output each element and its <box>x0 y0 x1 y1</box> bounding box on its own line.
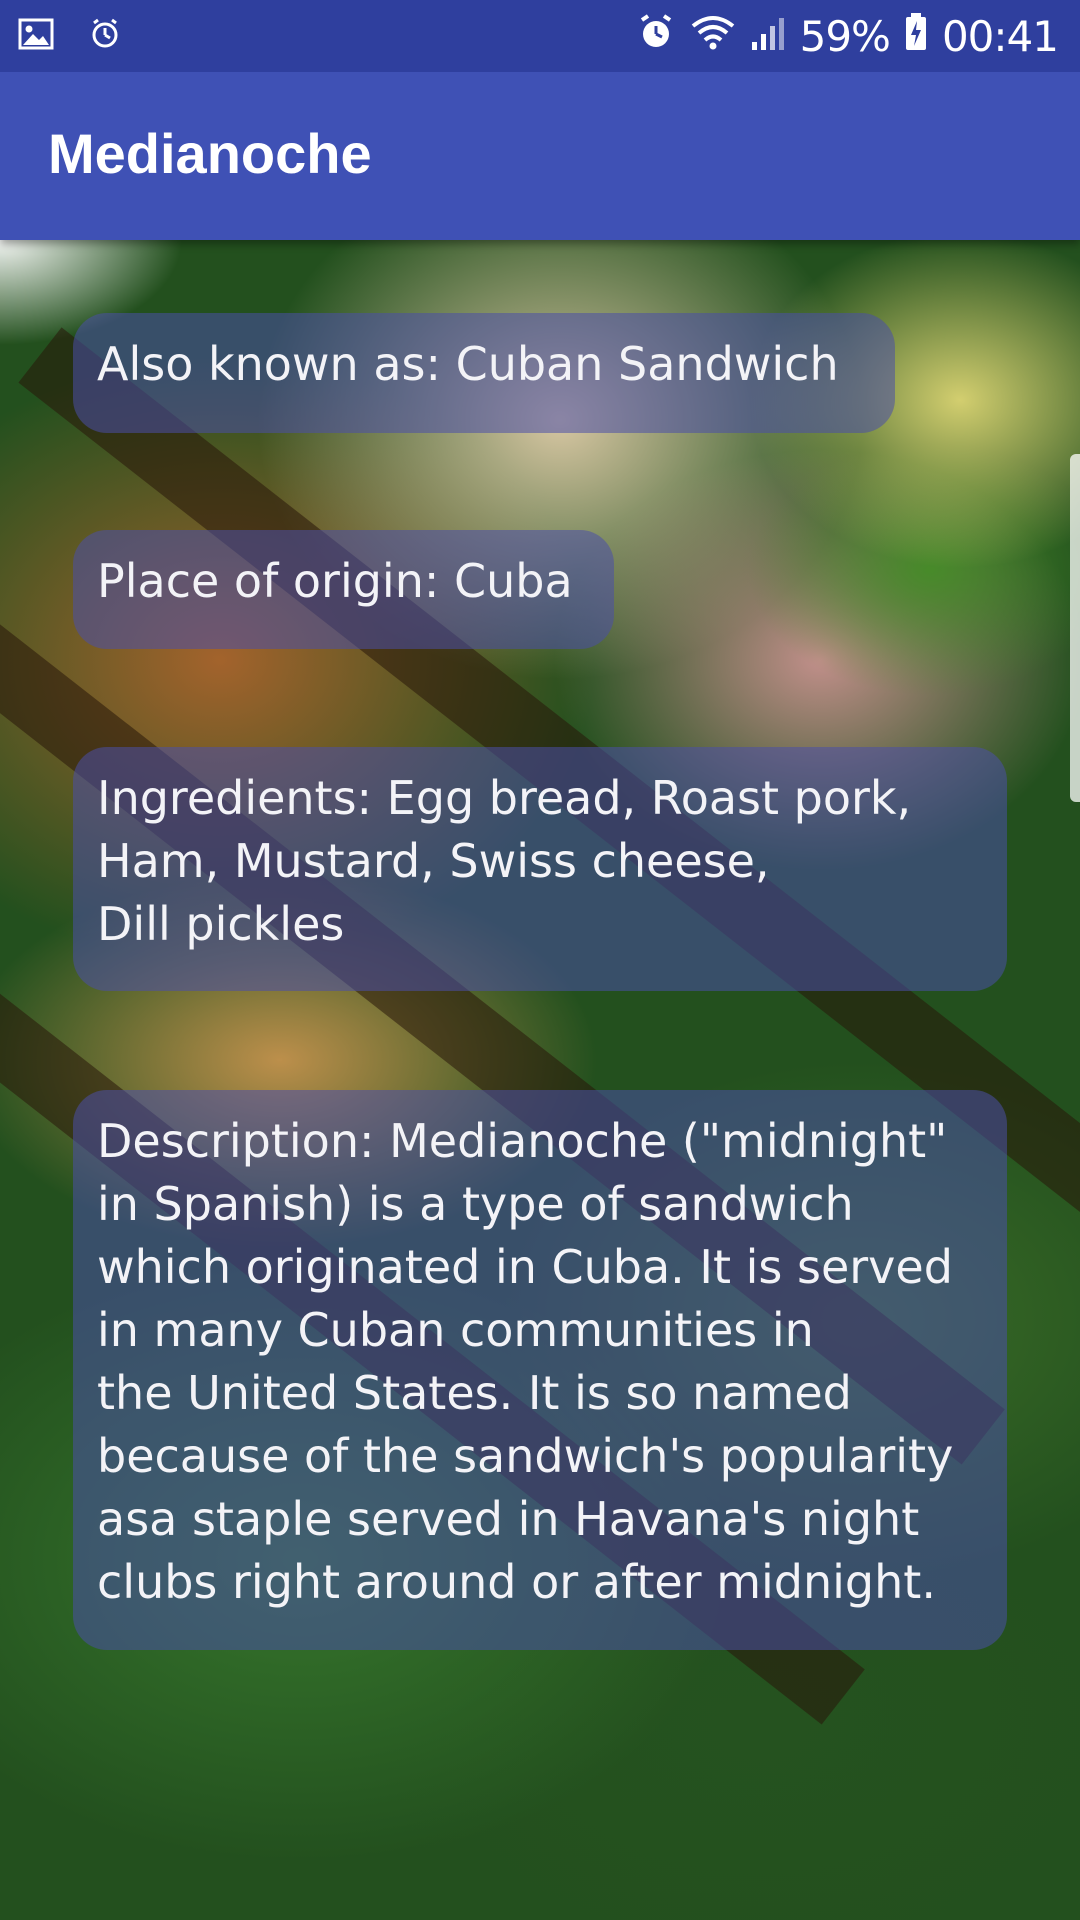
alarm-icon <box>88 17 122 56</box>
ingredients-text: Ingredients: Egg bread, Roast pork, Ham,… <box>97 771 912 951</box>
status-bar: 59% 00:41 <box>0 0 1080 72</box>
app-bar: Medianoche <box>0 72 1080 240</box>
status-right-icons: 59% 00:41 <box>636 12 1059 62</box>
page-title: Medianoche <box>48 122 372 185</box>
ingredients-card: Ingredients: Egg bread, Roast pork, Ham,… <box>73 747 1007 991</box>
alarm-clock-icon <box>636 12 676 62</box>
also-known-as-card: Also known as: Cuban Sandwich <box>73 313 895 433</box>
wifi-icon <box>690 12 736 62</box>
status-left-icons <box>18 16 122 57</box>
sandwich-photo <box>0 240 1080 1920</box>
battery-percent: 59% <box>799 12 891 61</box>
screen: 59% 00:41 Medianoche Also known as: Cuba… <box>0 0 1080 1920</box>
place-of-origin-card: Place of origin: Cuba <box>73 530 614 649</box>
image-icon <box>18 16 54 57</box>
cell-signal-icon <box>750 12 786 62</box>
clock: 00:41 <box>941 12 1059 61</box>
battery-icon <box>904 12 928 62</box>
scroll-indicator[interactable] <box>1070 454 1080 802</box>
place-of-origin-text: Place of origin: Cuba <box>97 554 573 608</box>
also-known-as-text: Also known as: Cuban Sandwich <box>97 337 839 391</box>
description-card: Description: Medianoche ("midnight" in S… <box>73 1090 1007 1650</box>
description-text: Description: Medianoche ("midnight" in S… <box>97 1114 954 1609</box>
